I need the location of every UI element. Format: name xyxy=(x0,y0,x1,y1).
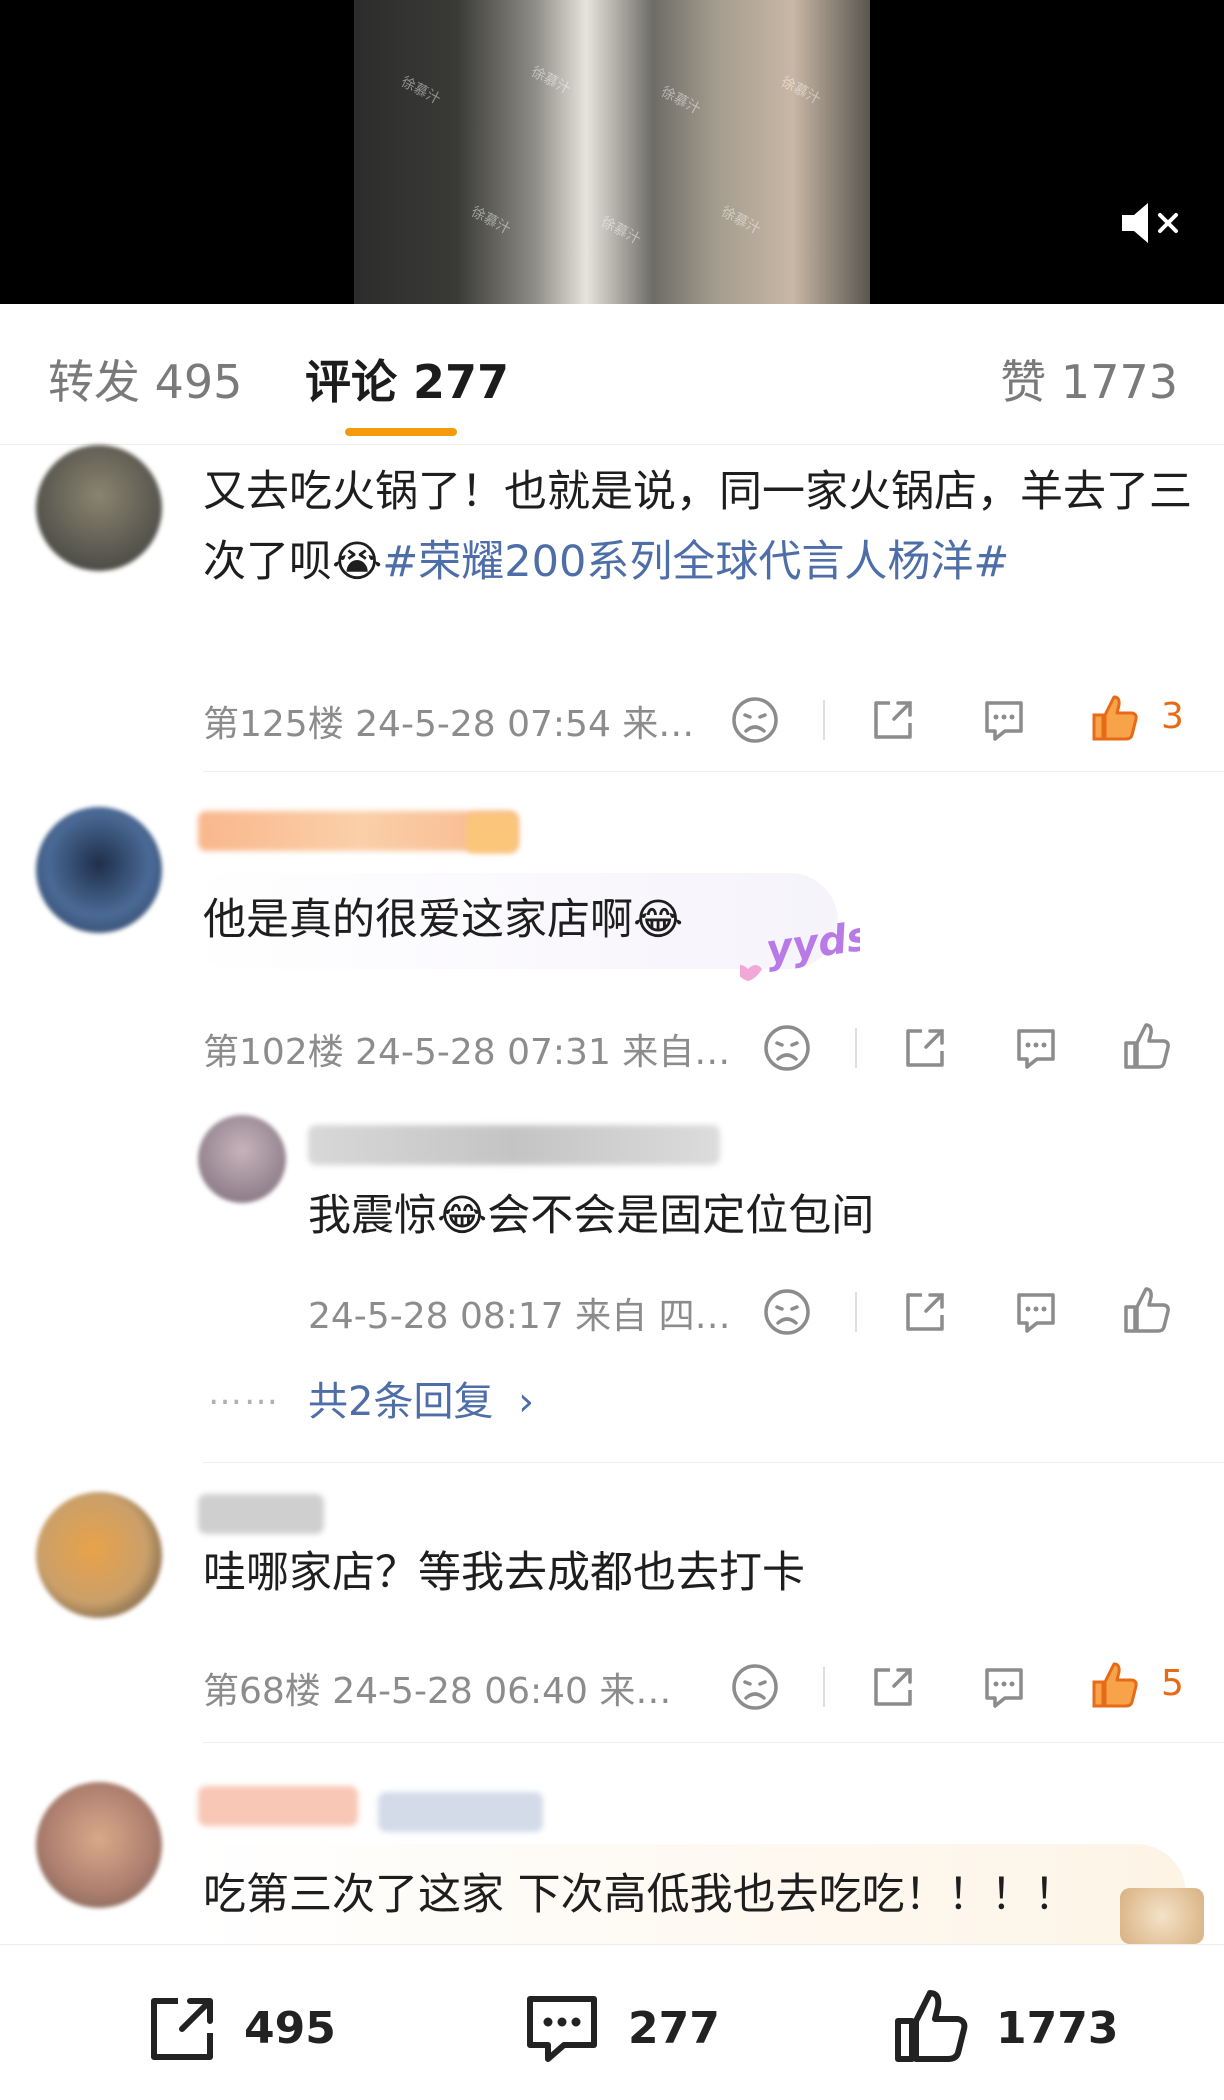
reply-text: 我震惊😂会不会是固定位包间 xyxy=(308,1191,875,1241)
share-icon[interactable] xyxy=(864,1658,922,1716)
tab-repost-count: 495 xyxy=(154,355,243,409)
like-icon[interactable] xyxy=(1118,1281,1176,1339)
more-replies-dots: …… xyxy=(208,1373,280,1413)
repost-icon xyxy=(151,1998,213,2060)
comment-count: 277 xyxy=(628,2003,720,2054)
comment-meta: 第102楼 24-5-28 07:31 来自… xyxy=(203,1032,731,1073)
like-count: 3 xyxy=(1161,696,1184,737)
tab-like[interactable]: 赞 1773 xyxy=(1000,346,1178,412)
comment-divider xyxy=(203,1462,1224,1463)
tab-comment-count: 277 xyxy=(413,355,510,409)
username[interactable] xyxy=(198,1786,358,1826)
avatar[interactable] xyxy=(36,1782,162,1908)
comment-button[interactable]: 277 xyxy=(520,1995,720,2075)
username[interactable] xyxy=(198,1494,324,1534)
more-replies-link[interactable]: 共2条回复 › xyxy=(308,1369,534,1427)
video-frame xyxy=(354,0,870,304)
tab-bar: 转发 495 评论 277 赞 1773 xyxy=(0,304,1224,445)
tab-comment-label: 评论 xyxy=(305,355,397,409)
dislike-icon[interactable] xyxy=(758,1019,816,1077)
tab-repost[interactable]: 转发 495 xyxy=(48,346,242,412)
avatar[interactable] xyxy=(36,807,162,933)
user-badge xyxy=(466,813,518,853)
separator xyxy=(855,1292,857,1332)
like-count: 1773 xyxy=(996,2003,1119,2054)
tab-like-label: 赞 xyxy=(1000,355,1047,409)
avatar[interactable] xyxy=(36,445,162,571)
like-icon[interactable] xyxy=(1118,1017,1176,1075)
repost-count: 495 xyxy=(244,2003,336,2054)
comment-text: 又去吃火锅了！也就是说，同一家火锅店，羊去了三次了呗😭#荣耀200系列全球代言人… xyxy=(203,457,1193,597)
reply-avatar[interactable] xyxy=(198,1115,286,1203)
thumbs-up-icon xyxy=(895,1990,968,2062)
sticker-text: yyds xyxy=(763,919,860,973)
bottom-action-bar: 495 277 1773 xyxy=(0,1944,1224,2100)
tab-comment[interactable]: 评论 277 xyxy=(305,346,509,412)
comment-divider xyxy=(203,771,1224,772)
avatar[interactable] xyxy=(36,1492,162,1618)
reply-meta: 24-5-28 08:17 来自 四… xyxy=(308,1296,731,1337)
comment-text: 他是真的很爱这家店啊😂 xyxy=(203,895,684,945)
dislike-icon[interactable] xyxy=(726,1658,784,1716)
reply-icon[interactable] xyxy=(1007,1283,1065,1341)
share-icon[interactable] xyxy=(896,1019,954,1077)
video-player[interactable]: 徐慕汁 徐慕汁 徐慕汁 徐慕汁 徐慕汁 徐慕汁 徐慕汁 xyxy=(0,0,1224,304)
share-icon[interactable] xyxy=(896,1283,954,1341)
comment-meta: 第125楼 24-5-28 07:54 来… xyxy=(203,704,695,745)
reply-icon[interactable] xyxy=(975,1658,1033,1716)
reply-icon[interactable] xyxy=(975,691,1033,749)
like-icon[interactable] xyxy=(1086,1656,1144,1714)
decoration-sticker xyxy=(1120,1888,1204,1944)
chevron-right-icon: › xyxy=(518,1379,535,1425)
like-button[interactable]: 1773 xyxy=(890,1990,1130,2075)
like-icon[interactable] xyxy=(1086,689,1144,747)
dislike-icon[interactable] xyxy=(758,1283,816,1341)
comment-meta: 第68楼 24-5-28 06:40 来… xyxy=(203,1671,672,1712)
yyds-sticker: yyds xyxy=(734,913,873,989)
tab-repost-label: 转发 xyxy=(48,355,140,409)
reply-icon[interactable] xyxy=(1007,1019,1065,1077)
tab-like-count: 1773 xyxy=(1060,355,1178,409)
like-count: 5 xyxy=(1161,1663,1184,1704)
reply-username[interactable] xyxy=(308,1125,720,1165)
mute-icon[interactable] xyxy=(1118,198,1182,248)
share-icon[interactable] xyxy=(864,691,922,749)
tab-active-indicator xyxy=(345,428,457,436)
comment-divider xyxy=(203,1742,1224,1743)
repost-button[interactable]: 495 xyxy=(140,1995,340,2075)
comment-text: 吃第三次了这家 下次高低我也去吃吃！！！！ xyxy=(203,1870,1077,1920)
separator xyxy=(855,1028,857,1068)
topic-link[interactable]: #荣耀200系列全球代言人杨洋# xyxy=(382,537,1009,587)
user-badge xyxy=(378,1792,543,1832)
dislike-icon[interactable] xyxy=(726,691,784,749)
more-replies-label: 共2条回复 xyxy=(308,1379,494,1425)
comment-icon xyxy=(527,1996,597,2062)
separator xyxy=(823,700,825,740)
comment-text: 哇哪家店？等我去成都也去打卡 xyxy=(203,1548,805,1598)
separator xyxy=(823,1667,825,1707)
